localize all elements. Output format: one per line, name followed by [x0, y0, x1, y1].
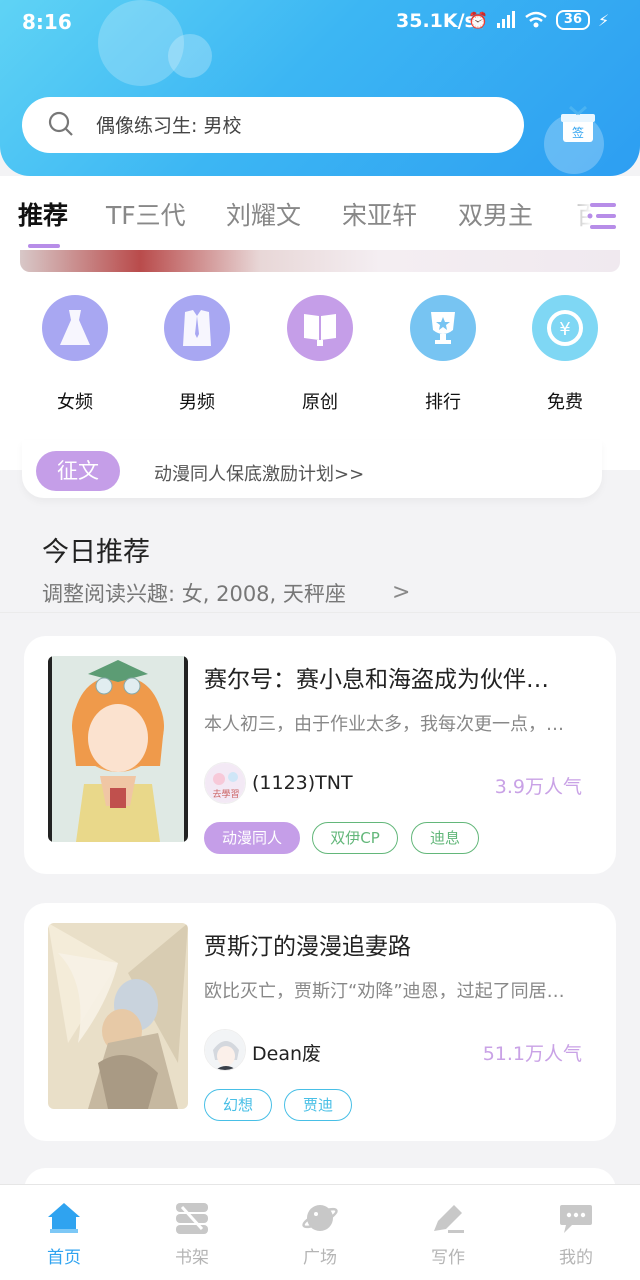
search-icon	[48, 111, 73, 136]
dress-icon	[60, 310, 90, 345]
checkin-gift-icon[interactable]: 签	[560, 106, 596, 144]
trophy-icon	[431, 312, 455, 344]
chevron-right-icon[interactable]: >	[392, 580, 410, 605]
book-desc: 本人初三，由于作业太多，我每次更一点，…	[204, 714, 564, 735]
nav-mine[interactable]: 我的	[526, 1185, 626, 1280]
section-title: 今日推荐	[42, 537, 150, 568]
tag[interactable]: 幻想	[204, 1089, 272, 1121]
cat-rank-label: 排行	[425, 392, 461, 413]
nav-square[interactable]: 广场	[270, 1185, 370, 1280]
nav-home[interactable]: 首页	[14, 1185, 114, 1280]
popularity: 3.9万人气	[494, 776, 582, 798]
nav-write-label: 写作	[431, 1248, 465, 1268]
wifi-icon	[525, 11, 547, 28]
cat-male[interactable]	[164, 295, 230, 361]
tag[interactable]: 迪息	[411, 822, 479, 854]
book-card[interactable]: 贾斯汀的漫漫追妻路 欧比灭亡，贾斯汀“劝降”迪恩，过起了同居… Dean废 51…	[24, 903, 616, 1141]
battery-icon: 36	[555, 10, 591, 30]
book-desc: 欧比灭亡，贾斯汀“劝降”迪恩，过起了同居…	[204, 981, 565, 1002]
book-title[interactable]: 贾斯汀的漫漫追妻路	[204, 927, 600, 961]
book-cover[interactable]	[48, 656, 188, 842]
divider	[0, 612, 640, 613]
book-cover[interactable]	[48, 923, 188, 1109]
tag[interactable]: 贾迪	[284, 1089, 352, 1121]
status-time: 8:16	[22, 10, 72, 34]
svg-text:去學習: 去學習	[212, 788, 239, 800]
tag[interactable]: 双伊CP	[312, 822, 398, 854]
author-avatar[interactable]: 去學習	[204, 762, 246, 804]
cat-rank[interactable]	[410, 295, 476, 361]
book-title[interactable]: 赛尔号：赛小息和海盗成为伙伴…	[204, 660, 600, 694]
tag[interactable]: 动漫同人	[204, 822, 300, 854]
author-name[interactable]: Dean废	[252, 1039, 321, 1066]
status-net-speed: 35.1K/s	[396, 10, 476, 32]
author-name[interactable]: (1123)TNT	[252, 772, 353, 794]
planet-icon	[302, 1205, 338, 1231]
bookshelf-icon	[176, 1203, 208, 1234]
nav-square-label: 广场	[303, 1248, 337, 1268]
search-placeholder: 偶像练习生: 男校	[96, 115, 242, 137]
feature-area	[0, 252, 640, 470]
shirt-icon	[183, 310, 211, 346]
yen-icon: ¥	[547, 310, 583, 346]
nav-home-label: 首页	[47, 1248, 81, 1268]
status-icons: ⏰ 36 ⚡	[468, 10, 609, 30]
svg-text:¥: ¥	[559, 319, 570, 340]
cat-male-label: 男频	[179, 392, 215, 413]
reading-interest-link[interactable]: 调整阅读兴趣: 女, 2008, 天秤座	[42, 578, 346, 608]
chat-icon	[560, 1205, 592, 1233]
cat-female-label: 女频	[57, 392, 93, 413]
tab-menu-icon[interactable]	[586, 200, 620, 232]
banner-image[interactable]	[20, 250, 620, 272]
search-bar[interactable]: 偶像练习生: 男校	[22, 97, 524, 153]
book-icon	[304, 314, 336, 346]
essay-link[interactable]: 动漫同人保底激励计划>>	[154, 460, 364, 486]
tab-bl[interactable]: 双男主	[458, 196, 533, 232]
tab-song[interactable]: 宋亚轩	[342, 196, 417, 232]
status-bar: 8:16 35.1K/s ⏰ 36 ⚡	[0, 0, 640, 44]
cat-female[interactable]	[42, 295, 108, 361]
home-icon	[48, 1203, 80, 1233]
cat-original-label: 原创	[302, 392, 338, 413]
nav-bookshelf[interactable]: 书架	[142, 1185, 242, 1280]
nav-bookshelf-label: 书架	[175, 1248, 209, 1268]
pen-icon	[434, 1205, 464, 1233]
nav-write[interactable]: 写作	[398, 1185, 498, 1280]
cat-free-label: 免费	[547, 392, 583, 413]
signal-icon	[496, 11, 515, 28]
tab-liu[interactable]: 刘耀文	[226, 196, 301, 232]
alarm-icon: ⏰	[468, 10, 488, 30]
tab-indicator	[28, 244, 60, 248]
tab-recommend[interactable]: 推荐	[18, 196, 68, 232]
bottom-nav: 首页 书架 广场 写作 我的	[0, 1184, 640, 1280]
charging-icon: ⚡	[598, 10, 610, 30]
cat-original[interactable]	[287, 295, 353, 361]
popularity: 51.1万人气	[482, 1043, 582, 1065]
cat-free[interactable]: ¥	[532, 295, 598, 361]
book-card[interactable]: 赛尔号：赛小息和海盗成为伙伴… 本人初三，由于作业太多，我每次更一点，… 去學習…	[24, 636, 616, 874]
tab-tf[interactable]: TF三代	[106, 196, 186, 232]
essay-badge: 征文	[36, 451, 120, 491]
category-tabs: 推荐 TF三代 刘耀文 宋亚轩 双男主 百	[0, 176, 640, 252]
svg-text:签: 签	[572, 125, 584, 140]
nav-mine-label: 我的	[559, 1248, 593, 1268]
author-avatar[interactable]	[204, 1029, 246, 1071]
